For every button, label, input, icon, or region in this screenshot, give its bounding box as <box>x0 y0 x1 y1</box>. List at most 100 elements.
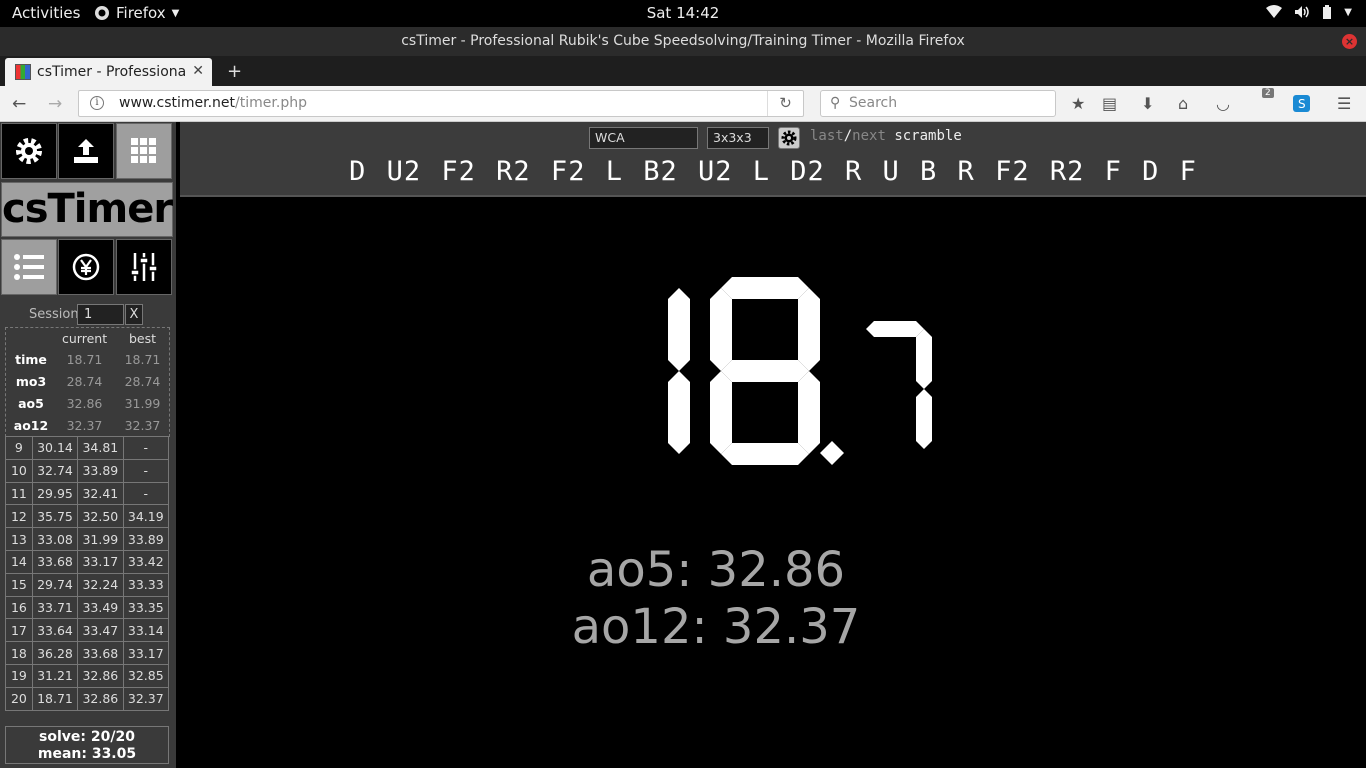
forward-arrow-icon[interactable]: → <box>48 94 62 114</box>
close-window-button[interactable]: × <box>1342 34 1357 49</box>
url-text[interactable]: www.cstimer.net/timer.php <box>119 95 307 111</box>
solve-row[interactable]: 13 33.08 31.99 33.89 <box>5 527 170 551</box>
scramble-settings-button[interactable] <box>778 127 800 149</box>
export-button[interactable] <box>58 123 114 179</box>
solve-time[interactable]: 29.74 <box>31 572 79 597</box>
solve-row[interactable]: 9 30.14 34.81- <box>5 436 170 460</box>
solve-time[interactable]: 33.08 <box>31 527 79 551</box>
reading-list-icon[interactable]: ▤ <box>1102 94 1117 113</box>
stat-best[interactable]: 31.99 <box>120 396 165 411</box>
site-info-icon[interactable]: i <box>90 96 104 110</box>
next-scramble-link[interactable]: next <box>852 128 886 144</box>
solve-ao12[interactable]: - <box>122 481 170 506</box>
cstimer-logo[interactable]: csTimer <box>1 182 173 237</box>
solve-row[interactable]: 17 33.64 33.47 33.14 <box>5 618 170 643</box>
clock[interactable]: Sat 14:42 <box>647 4 720 22</box>
solve-time[interactable]: 30.14 <box>31 436 79 460</box>
scramble-tools-button[interactable] <box>116 123 172 179</box>
solve-index: 16 <box>5 595 33 620</box>
solve-ao5[interactable]: 32.50 <box>77 504 124 529</box>
solve-row[interactable]: 14 33.68 33.17 33.42 <box>5 549 170 574</box>
solve-ao5[interactable]: 32.24 <box>77 572 124 597</box>
solve-ao5[interactable]: 33.49 <box>77 595 124 620</box>
solve-time[interactable]: 36.28 <box>31 641 79 665</box>
solve-ao5[interactable]: 33.89 <box>77 458 124 483</box>
solve-row[interactable]: 18 36.28 33.68 33.17 <box>5 641 170 665</box>
solve-row[interactable]: 16 33.71 33.49 33.35 <box>5 595 170 620</box>
solve-ao12[interactable]: - <box>122 436 170 460</box>
solve-row[interactable]: 12 35.75 32.50 34.19 <box>5 504 170 529</box>
home-icon[interactable]: ⌂ <box>1178 94 1188 113</box>
timer-display[interactable]: 18.71 <box>580 277 1040 481</box>
solve-ao5[interactable]: 34.81 <box>77 436 124 460</box>
solve-ao5[interactable]: 33.47 <box>77 618 124 643</box>
cstimer-page: csTimer Session 1 X current best time 18… <box>0 122 1366 768</box>
navigation-toolbar: ← → i www.cstimer.net/timer.php ↻ ⚲ Sear… <box>0 86 1366 198</box>
stat-best[interactable]: 28.74 <box>120 374 165 389</box>
ublock-badge: 2 <box>1262 88 1274 98</box>
solve-ao12[interactable]: 33.89 <box>122 527 170 551</box>
skype-icon[interactable]: S <box>1293 95 1310 112</box>
solve-time[interactable]: 33.71 <box>31 595 79 620</box>
solve-row[interactable]: 10 32.74 33.89- <box>5 458 170 483</box>
hamburger-menu-icon[interactable]: ☰ <box>1337 94 1351 113</box>
solve-time[interactable]: 33.68 <box>31 549 79 574</box>
options-button[interactable] <box>1 123 57 179</box>
solve-time[interactable]: 35.75 <box>31 504 79 529</box>
solve-time[interactable]: 32.74 <box>31 458 79 483</box>
tab-cstimer[interactable]: csTimer - Professional Rubik's Cube Spee… <box>5 58 212 86</box>
solve-ao5[interactable]: 33.68 <box>77 641 124 665</box>
donate-button[interactable] <box>58 239 114 295</box>
reload-icon[interactable]: ↻ <box>767 91 803 116</box>
solve-ao5[interactable]: 31.99 <box>77 527 124 551</box>
solve-row[interactable]: 15 29.74 32.24 33.33 <box>5 572 170 597</box>
activities-button[interactable]: Activities <box>12 4 80 22</box>
tools-settings-button[interactable] <box>116 239 172 295</box>
solve-ao12[interactable]: 33.14 <box>122 618 170 643</box>
solve-index: 13 <box>5 527 33 551</box>
puzzle-select[interactable]: 3x3x3 <box>707 127 769 149</box>
new-tab-button[interactable]: + <box>227 61 242 82</box>
solve-row[interactable]: 11 29.95 32.41- <box>5 481 170 506</box>
stat-current[interactable]: 32.37 <box>62 418 107 433</box>
solve-ao12[interactable]: 33.17 <box>122 641 170 665</box>
solve-ao12[interactable]: 33.35 <box>122 595 170 620</box>
solve-ao5[interactable]: 33.17 <box>77 549 124 574</box>
search-placeholder: Search <box>849 95 898 111</box>
solve-ao12[interactable]: 33.42 <box>122 549 170 574</box>
close-tab-icon[interactable]: ✕ <box>192 63 204 79</box>
bookmark-star-icon[interactable]: ★ <box>1071 94 1085 113</box>
solve-time[interactable]: 18.71 <box>31 686 79 711</box>
solve-ao5[interactable]: 32.86 <box>77 686 124 711</box>
solve-time[interactable]: 33.64 <box>31 618 79 643</box>
delete-session-button[interactable]: X <box>125 304 143 325</box>
pocket-icon[interactable]: ◡ <box>1216 94 1230 113</box>
solve-ao12[interactable]: 32.85 <box>122 663 170 688</box>
solve-time[interactable]: 29.95 <box>31 481 79 506</box>
downloads-icon[interactable]: ⬇ <box>1141 94 1154 113</box>
scramble-text[interactable]: D U2 F2 R2 F2 L B2 U2 L D2 R U B R F2 R2… <box>180 156 1366 187</box>
solve-ao5[interactable]: 32.41 <box>77 481 124 506</box>
search-input[interactable]: ⚲ Search <box>820 90 1056 117</box>
back-arrow-icon[interactable]: ← <box>12 94 26 114</box>
stat-best[interactable]: 32.37 <box>120 418 165 433</box>
solve-row[interactable]: 19 31.21 32.86 32.85 <box>5 663 170 688</box>
solve-ao12[interactable]: - <box>122 458 170 483</box>
stat-current[interactable]: 28.74 <box>62 374 107 389</box>
solve-ao5[interactable]: 32.86 <box>77 663 124 688</box>
solve-row[interactable]: 20 18.71 32.86 32.37 <box>5 686 170 711</box>
last-scramble-link[interactable]: last <box>810 128 844 144</box>
stats-list-button[interactable] <box>1 239 57 295</box>
solve-ao12[interactable]: 32.37 <box>122 686 170 711</box>
app-menu[interactable]: Firefox ▼ <box>94 4 179 22</box>
stat-current[interactable]: 18.71 <box>62 352 107 367</box>
scramble-type-select[interactable]: WCA <box>589 127 698 149</box>
url-bar[interactable]: i www.cstimer.net/timer.php ↻ <box>78 90 804 117</box>
solve-time[interactable]: 31.21 <box>31 663 79 688</box>
session-select[interactable]: 1 <box>77 304 124 325</box>
system-tray[interactable]: ▼ <box>1266 5 1352 19</box>
solve-ao12[interactable]: 34.19 <box>122 504 170 529</box>
solve-ao12[interactable]: 33.33 <box>122 572 170 597</box>
stat-best[interactable]: 18.71 <box>120 352 165 367</box>
stat-current[interactable]: 32.86 <box>62 396 107 411</box>
